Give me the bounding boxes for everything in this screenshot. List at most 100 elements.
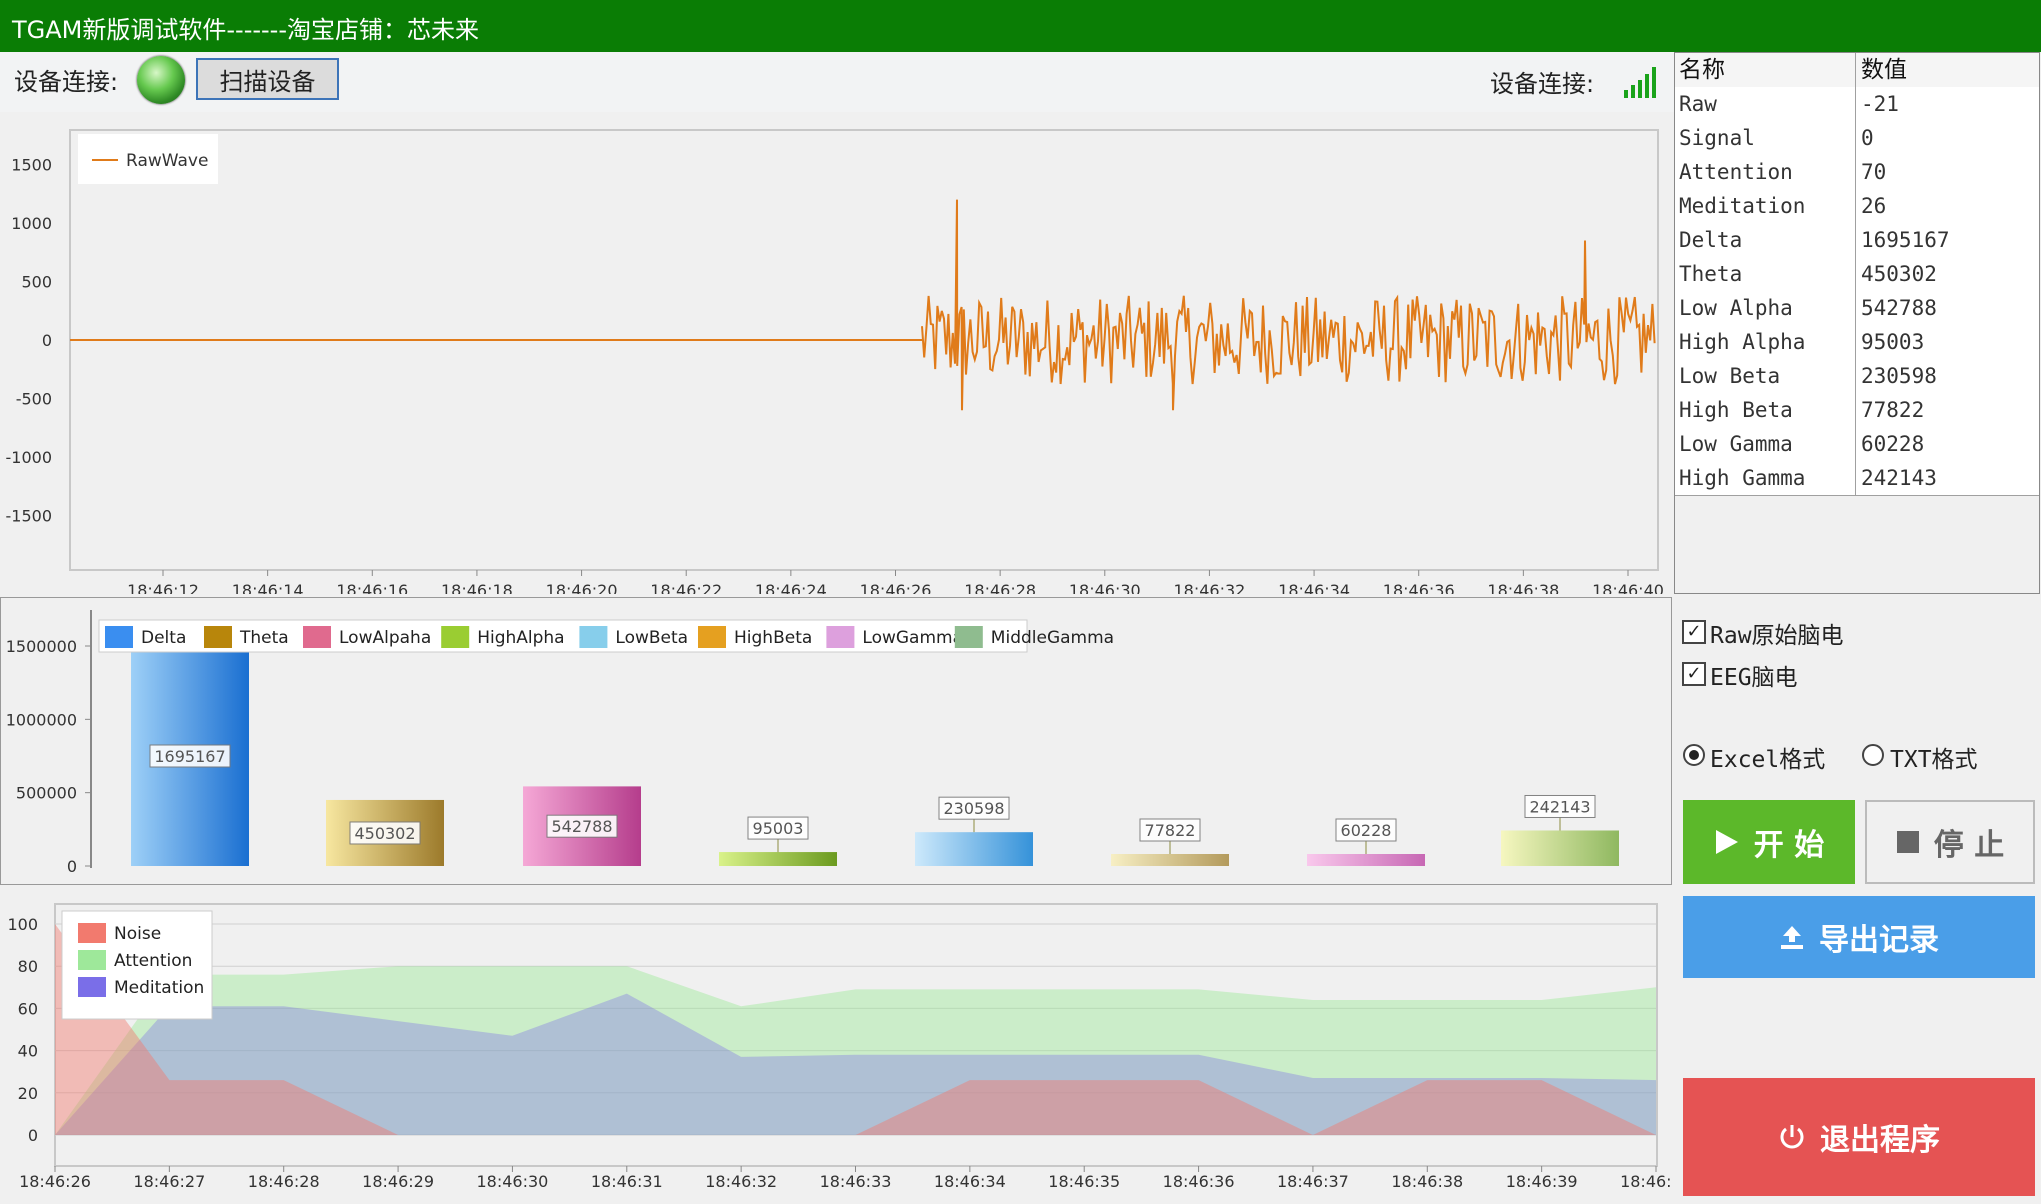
- table-cell-name: High Alpha: [1679, 325, 1856, 359]
- area-legend-swatch: [78, 950, 106, 970]
- table-cell-value: 70: [1861, 160, 1887, 184]
- raw-x-tick: 18:46:22: [650, 581, 722, 594]
- raw-wave-chart: 1500 1000 500 0 -500 -1000 -1500 18:46:12 18:46…: [0, 112, 1672, 600]
- excel-radio[interactable]: [1683, 744, 1705, 766]
- header-value: 数值: [1861, 57, 1907, 83]
- table-row: Low Alpha 542788: [1675, 291, 2039, 326]
- header-name: 名称: [1679, 53, 1856, 87]
- raw-checkbox-label: Raw原始脑电: [1710, 623, 1844, 649]
- table-cell-value: 450302: [1861, 262, 1937, 286]
- area-legend-swatch: [78, 923, 106, 943]
- area-x-tick: 18:46:39: [1506, 1172, 1578, 1191]
- area-x-tick: 18:46:26: [19, 1172, 91, 1191]
- txt-radio[interactable]: [1862, 744, 1884, 766]
- raw-y-tick: 1500: [11, 156, 52, 175]
- table-cell-name: Delta: [1679, 223, 1856, 257]
- area-y-tick: 20: [18, 1084, 38, 1103]
- eeg-legend-label: LowGamma: [862, 628, 963, 648]
- scan-device-button[interactable]: 扫描设备: [196, 58, 339, 100]
- eeg-legend-swatch: [826, 626, 855, 648]
- area-x-tick: 18:46:27: [133, 1172, 205, 1191]
- table-cell-name: Raw: [1679, 87, 1856, 121]
- table-header: 名称 数值: [1675, 53, 2039, 88]
- device-connect-label: 设备连接:: [14, 68, 119, 96]
- stop-button[interactable]: 停 止: [1865, 800, 2035, 884]
- eeg-bar-label: 1695167: [154, 747, 225, 766]
- raw-x-tick: 18:46:18: [441, 581, 513, 594]
- eeg-legend-label: LowBeta: [615, 628, 688, 648]
- eeg-legend-swatch: [204, 626, 232, 648]
- area-x-tick: 18:46:28: [248, 1172, 320, 1191]
- table-cell-value: 26: [1861, 194, 1887, 218]
- eeg-y-tick: 0: [67, 857, 77, 876]
- eeg-bar-chart: 1500000 1000000 500000 0 1695167 450302 54278…: [0, 597, 1672, 885]
- table-cell-name: Low Gamma: [1679, 427, 1856, 461]
- eeg-y-tick: 1500000: [6, 637, 77, 656]
- area-x-tick: 18:46:40: [1620, 1172, 1672, 1191]
- raw-y-tick: 1000: [11, 214, 52, 233]
- exit-button-label: 退出程序: [1820, 1123, 1940, 1158]
- eeg-bar: [1111, 854, 1229, 866]
- eeg-bar-label: 77822: [1145, 821, 1196, 840]
- table-row: High Beta 77822: [1675, 393, 2039, 428]
- eeg-legend-label: HighAlpha: [477, 628, 564, 648]
- data-table: 名称 数值 Raw -21 Signal 0 Attention 70 Meditation…: [1674, 52, 2040, 594]
- eeg-legend-label: MiddleGamma: [991, 628, 1114, 648]
- start-button[interactable]: 开 始: [1683, 800, 1855, 884]
- eeg-bar: [1501, 830, 1619, 866]
- raw-x-tick: 18:46:20: [546, 581, 618, 594]
- area-y-tick: 80: [18, 957, 38, 976]
- table-cell-name: High Beta: [1679, 393, 1856, 427]
- area-y-tick: 0: [28, 1126, 38, 1145]
- eeg-legend-label: HighBeta: [734, 628, 812, 648]
- table-cell-value: -21: [1861, 92, 1899, 116]
- table-cell-name: Low Alpha: [1679, 291, 1856, 325]
- eeg-legend-label: Delta: [141, 628, 186, 648]
- raw-y-tick: 500: [21, 273, 52, 292]
- eeg-checkbox[interactable]: ✓: [1682, 662, 1706, 686]
- raw-checkbox[interactable]: ✓: [1682, 620, 1706, 644]
- play-icon: [1715, 830, 1738, 854]
- area-y-tick: 100: [7, 915, 38, 934]
- table-row: Signal 0: [1675, 121, 2039, 156]
- eeg-legend-swatch: [303, 626, 331, 648]
- stop-button-label: 停 止: [1933, 828, 2005, 863]
- start-button-label: 开 始: [1753, 828, 1825, 863]
- area-x-tick: 18:46:37: [1277, 1172, 1349, 1191]
- area-x-tick: 18:46:31: [591, 1172, 663, 1191]
- table-row: High Gamma 242143: [1675, 461, 2039, 496]
- exit-button[interactable]: 退出程序: [1683, 1078, 2035, 1196]
- eeg-bar: [1307, 854, 1425, 866]
- table-row: Meditation 26: [1675, 189, 2039, 224]
- eeg-bar-label: 95003: [753, 819, 804, 838]
- export-button[interactable]: 导出记录: [1683, 896, 2035, 978]
- table-cell-value: 77822: [1861, 398, 1925, 422]
- eeg-bar-label: 242143: [1529, 797, 1590, 816]
- eeg-bar-label: 450302: [354, 824, 415, 843]
- eeg-legend-swatch: [105, 626, 133, 648]
- raw-x-tick: 18:46:32: [1173, 581, 1245, 594]
- eeg-bar: [915, 832, 1033, 866]
- signal-label: 设备连接:: [1490, 70, 1595, 98]
- area-x-tick: 18:46:32: [705, 1172, 777, 1191]
- raw-x-tick: 18:46:36: [1383, 581, 1455, 594]
- table-row: Delta 1695167: [1675, 223, 2039, 258]
- eeg-legend-swatch: [579, 626, 608, 648]
- raw-y-tick: 0: [42, 331, 52, 350]
- attention-meditation-chart: 100 80 60 40 20 0 18:46:26 18:46:27 18:46:28 18:…: [0, 889, 1692, 1200]
- eeg-legend-label: Theta: [239, 628, 289, 648]
- eeg-bars: 1695167 450302 542788 95003 230598 77822 60228…: [131, 646, 1619, 866]
- raw-y-tick: -1000: [6, 448, 53, 467]
- table-cell-name: Attention: [1679, 155, 1856, 189]
- raw-x-tick: 18:46:38: [1487, 581, 1559, 594]
- table-cell-value: 542788: [1861, 296, 1937, 320]
- area-legend-label: Meditation: [114, 978, 204, 998]
- area-legend-swatch: [78, 977, 106, 997]
- raw-x-tick: 18:46:12: [127, 581, 199, 594]
- area-x-tick: 18:46:33: [820, 1172, 892, 1191]
- eeg-legend-swatch: [441, 626, 470, 648]
- raw-x-axis: 18:46:12 18:46:14 18:46:16 18:46:18 18:46:20…: [127, 570, 1664, 600]
- area-x-tick: 18:46:36: [1163, 1172, 1235, 1191]
- table-cell-name: Meditation: [1679, 189, 1856, 223]
- power-icon: [1780, 1125, 1804, 1149]
